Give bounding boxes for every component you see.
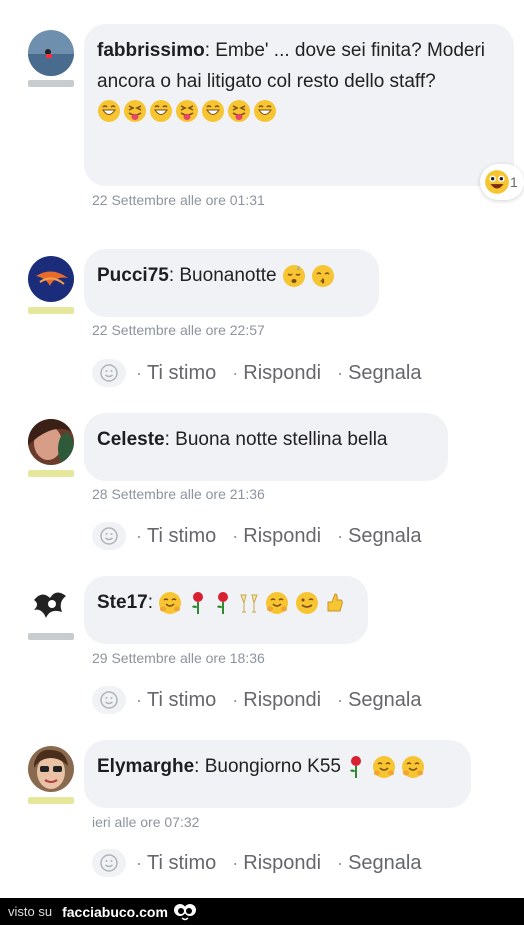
smiley-icon xyxy=(100,691,118,709)
avatar[interactable] xyxy=(28,746,74,792)
watermark-footer: visto su facciabuco.com xyxy=(0,898,524,925)
action-separator: · xyxy=(337,852,344,873)
action-separator: · xyxy=(136,362,142,383)
grin-emoji-icon xyxy=(254,100,276,122)
logo-face-icon xyxy=(173,903,196,920)
report-link[interactable]: Segnala xyxy=(348,525,421,548)
rose-icon xyxy=(350,755,362,778)
react-button[interactable] xyxy=(92,686,126,714)
comment-text: : Buona notte stellina bella xyxy=(164,429,388,450)
reply-link[interactable]: Rispondi xyxy=(243,362,321,385)
smiley-icon xyxy=(100,364,118,382)
avatar[interactable] xyxy=(28,419,74,465)
comment-timestamp: ieri alle ore 07:32 xyxy=(92,814,200,830)
user-level-bar xyxy=(28,307,74,314)
comment-bubble: Pucci75: Buonanotte z xyxy=(84,249,379,317)
comment-actions: · Ti stimo · Rispondi · Segnala xyxy=(92,685,438,715)
watermark-visto: visto su xyxy=(8,904,53,919)
hug-emoji-icon xyxy=(401,755,424,778)
action-separator: · xyxy=(136,525,142,546)
comment-author[interactable]: Pucci75 xyxy=(97,265,169,286)
comment-actions: · Ti stimo · Rispondi · Segnala xyxy=(92,848,438,878)
svg-text:z: z xyxy=(297,266,300,272)
like-link[interactable]: Ti stimo xyxy=(147,525,216,548)
action-separator: · xyxy=(232,852,239,873)
tongue-emoji-icon xyxy=(176,100,198,122)
comment-author[interactable]: Ste17 xyxy=(97,592,148,613)
like-link[interactable]: Ti stimo xyxy=(147,689,216,712)
report-link[interactable]: Segnala xyxy=(348,362,421,385)
comment-author[interactable]: Celeste xyxy=(97,429,165,450)
thumbs-up-icon xyxy=(327,593,343,612)
comment-timestamp: 29 Settembre alle ore 18:36 xyxy=(92,650,265,666)
comment-timestamp: 22 Settembre alle ore 22:57 xyxy=(92,322,265,338)
comment-timestamp: 22 Settembre alle ore 01:31 xyxy=(92,192,265,208)
report-link[interactable]: Segnala xyxy=(348,689,421,712)
reply-link[interactable]: Rispondi xyxy=(243,525,321,548)
avatar[interactable] xyxy=(28,582,74,628)
grin-emoji-icon xyxy=(150,100,172,122)
comment-text: : Buonanotte xyxy=(168,265,277,286)
action-separator: · xyxy=(136,852,142,873)
comment-author[interactable]: Elymarghe xyxy=(97,756,194,777)
comment-timestamp: 28 Settembre alle ore 21:36 xyxy=(92,486,265,502)
emoji-row xyxy=(97,99,500,123)
hug-emoji-icon xyxy=(372,755,395,778)
smiley-icon xyxy=(100,854,118,872)
action-separator: · xyxy=(232,362,239,383)
action-separator: · xyxy=(232,689,239,710)
watermark-site[interactable]: facciabuco.com xyxy=(62,904,168,920)
like-link[interactable]: Ti stimo xyxy=(147,362,216,385)
user-level-bar xyxy=(28,470,74,477)
comment-bubble: Elymarghe: Buongiorno K55 xyxy=(84,740,471,808)
comment-actions: · Ti stimo · Rispondi · Segnala xyxy=(92,521,438,551)
grin-emoji-icon xyxy=(98,100,120,122)
reaction-badge[interactable]: 1 xyxy=(480,164,524,200)
kiss-emoji-icon xyxy=(312,264,335,287)
wink-emoji-icon xyxy=(295,591,318,614)
react-button[interactable] xyxy=(92,522,126,550)
comment-actions: · Ti stimo · Rispondi · Segnala xyxy=(92,358,438,388)
avatar[interactable] xyxy=(28,30,74,76)
reaction-count: 1 xyxy=(510,174,518,190)
action-separator: · xyxy=(337,525,344,546)
laughing-emoji-icon xyxy=(485,170,509,194)
comment-author[interactable]: fabbrissimo xyxy=(97,40,205,61)
sleeping-emoji-icon: z xyxy=(282,264,305,287)
smiley-icon xyxy=(100,527,118,545)
report-link[interactable]: Segnala xyxy=(348,852,421,875)
react-button[interactable] xyxy=(92,849,126,877)
comment-bubble: fabbrissimo: Embe' ... dove sei finita? … xyxy=(84,24,514,186)
action-separator: · xyxy=(232,525,239,546)
action-separator: · xyxy=(337,362,344,383)
comment-text: : xyxy=(147,592,153,613)
action-separator: · xyxy=(136,689,142,710)
tongue-emoji-icon xyxy=(228,100,250,122)
champagne-glasses-icon xyxy=(240,594,258,613)
comment-text: : Buongiorno K55 xyxy=(194,756,341,777)
comment-bubble: Ste17: xyxy=(84,576,368,644)
rose-icon xyxy=(216,591,228,614)
like-link[interactable]: Ti stimo xyxy=(147,852,216,875)
hug-emoji-icon xyxy=(266,591,289,614)
reply-link[interactable]: Rispondi xyxy=(243,852,321,875)
react-button[interactable] xyxy=(92,359,126,387)
tongue-emoji-icon xyxy=(124,100,146,122)
rose-icon xyxy=(191,591,203,614)
comment-bubble: Celeste: Buona notte stellina bella xyxy=(84,413,448,481)
user-level-bar xyxy=(28,633,74,640)
action-separator: · xyxy=(337,689,344,710)
grin-emoji-icon xyxy=(202,100,224,122)
user-level-bar xyxy=(28,797,74,804)
reply-link[interactable]: Rispondi xyxy=(243,689,321,712)
hug-emoji-icon xyxy=(159,591,182,614)
avatar[interactable] xyxy=(28,256,74,302)
user-level-bar xyxy=(28,80,74,87)
